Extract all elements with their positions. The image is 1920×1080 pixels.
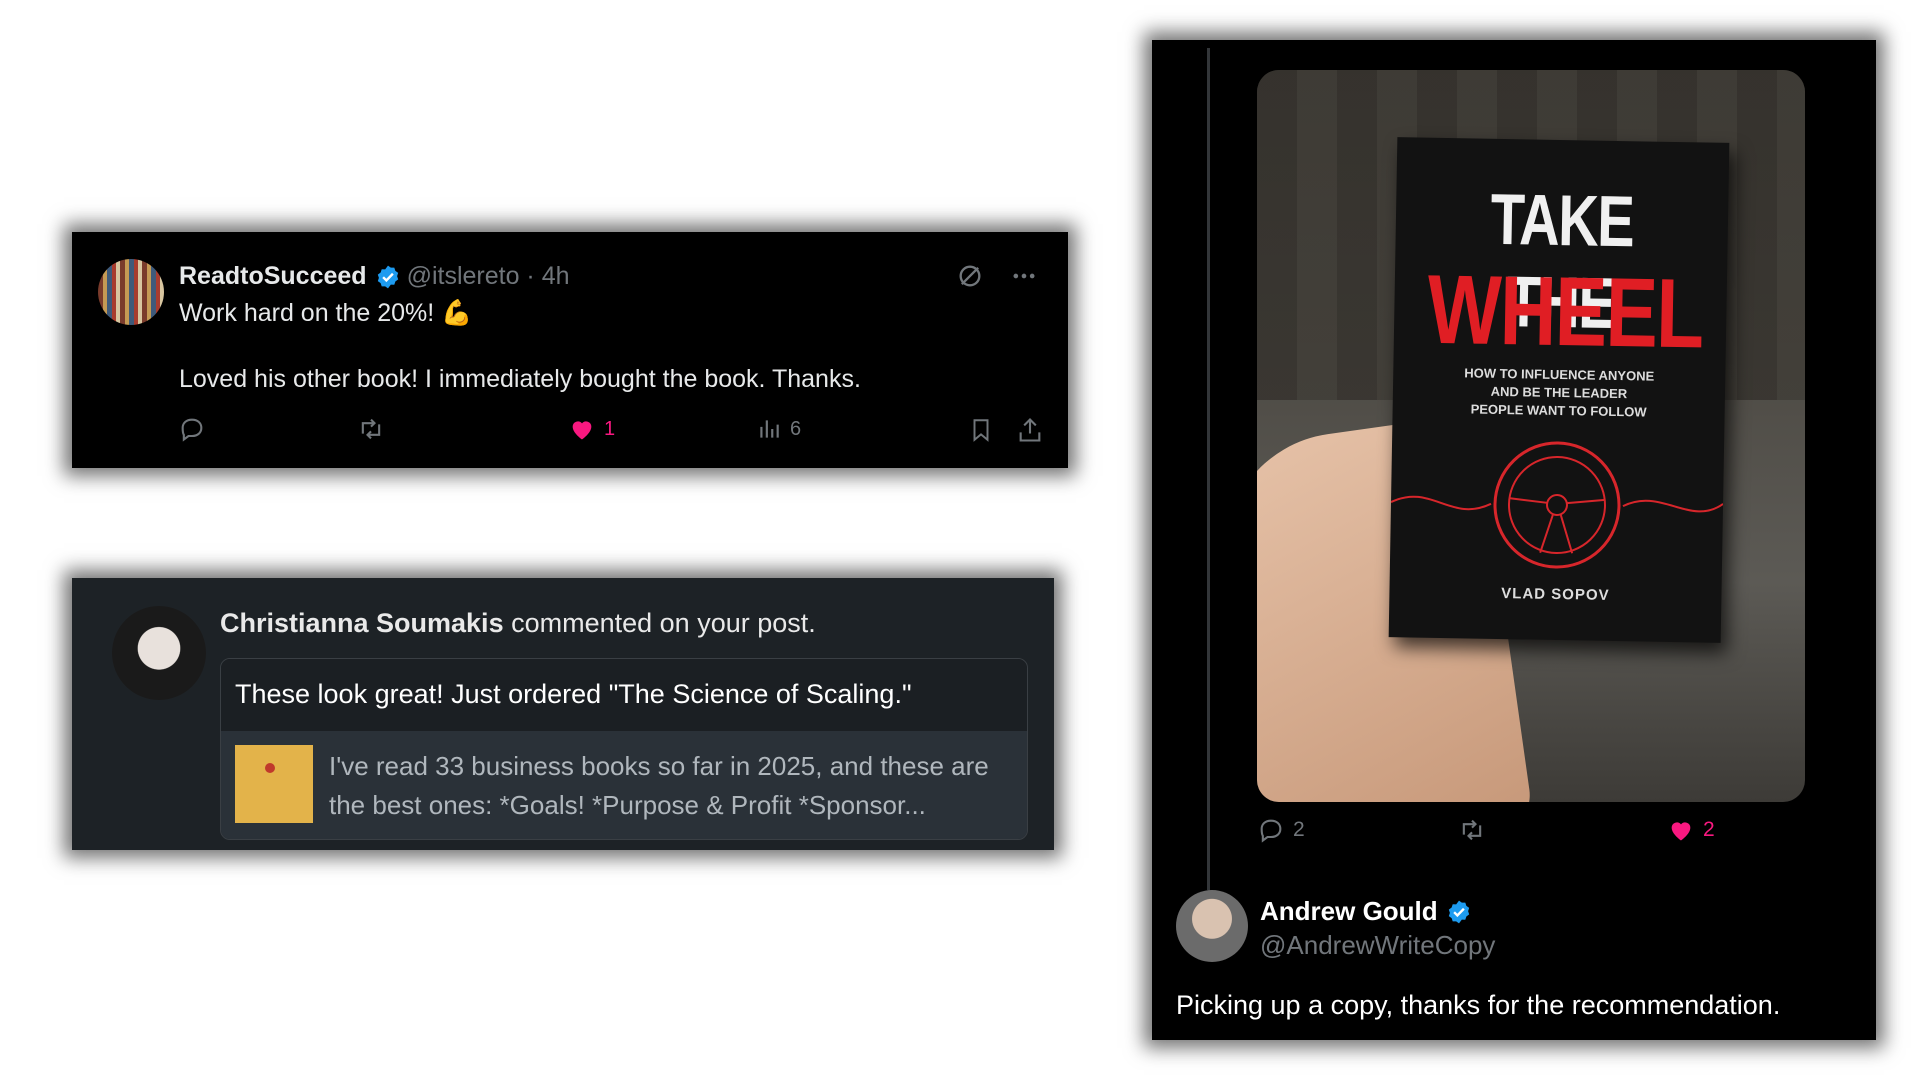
retweet-icon bbox=[1462, 819, 1482, 841]
book-title-line2: WHEEL bbox=[1426, 253, 1704, 369]
like-button[interactable]: 2 bbox=[1667, 816, 1715, 844]
reply-icon bbox=[1260, 819, 1282, 843]
reply-tweet-card: TAKE THE WHEEL HOW TO INFLUENCE ANYONE A… bbox=[1152, 40, 1876, 1040]
book-photo[interactable]: TAKE THE WHEEL HOW TO INFLUENCE ANYONE A… bbox=[1257, 70, 1805, 802]
reply-button[interactable]: 2 bbox=[1257, 816, 1305, 844]
original-post-preview[interactable]: I've read 33 business books so far in 20… bbox=[221, 731, 1027, 839]
avatar[interactable] bbox=[112, 606, 206, 700]
post-excerpt: I've read 33 business books so far in 20… bbox=[329, 751, 989, 820]
reply-icon bbox=[181, 418, 203, 442]
tweet-action-bar: 1 6 bbox=[178, 415, 1041, 449]
author-name-row: Andrew Gould bbox=[1260, 896, 1478, 927]
author-name[interactable]: ReadtoSucceed bbox=[179, 262, 367, 291]
tweet-text-line: Work hard on the 20%! 💪 bbox=[179, 299, 473, 327]
like-button[interactable]: 1 bbox=[568, 415, 615, 443]
post-thumbnail bbox=[235, 745, 313, 823]
share-icon bbox=[1019, 418, 1041, 442]
avatar[interactable] bbox=[1176, 890, 1248, 962]
notification-headline: Christianna Soumakis commented on your p… bbox=[220, 608, 816, 639]
retweet-icon bbox=[361, 418, 381, 440]
steering-wheel-icon bbox=[1390, 441, 1724, 569]
tweet-header: ReadtoSucceed @itslereto · 4h bbox=[179, 262, 570, 291]
heart-icon bbox=[572, 421, 592, 440]
bookmark-button[interactable] bbox=[968, 415, 994, 445]
author-handle[interactable]: @AndrewWriteCopy bbox=[1260, 930, 1495, 961]
author-handle-time: @itslereto · 4h bbox=[406, 262, 570, 290]
retweet-button[interactable] bbox=[356, 415, 386, 443]
thread-line bbox=[1207, 48, 1210, 890]
share-button[interactable] bbox=[1016, 415, 1044, 445]
tweet-top-actions bbox=[956, 262, 1038, 290]
views-icon bbox=[760, 420, 779, 438]
retweet-button[interactable] bbox=[1457, 816, 1487, 844]
avatar[interactable] bbox=[98, 259, 164, 325]
commenter-name[interactable]: Christianna Soumakis bbox=[220, 608, 504, 638]
reply-count: 2 bbox=[1293, 818, 1305, 841]
like-count: 1 bbox=[604, 417, 616, 440]
more-icon[interactable] bbox=[1010, 262, 1038, 290]
tweet-action-bar: 2 2 bbox=[1257, 816, 1817, 846]
reply-button[interactable] bbox=[178, 415, 206, 443]
views-button[interactable]: 6 bbox=[756, 415, 801, 443]
verified-badge-icon bbox=[377, 265, 398, 288]
bookmark-icon bbox=[973, 419, 989, 442]
author-name[interactable]: Andrew Gould bbox=[1260, 896, 1438, 927]
book-cover: TAKE THE WHEEL HOW TO INFLUENCE ANYONE A… bbox=[1388, 137, 1730, 643]
tweet-card: ReadtoSucceed @itslereto · 4h Work hard … bbox=[72, 232, 1068, 468]
notification-action-text: commented on your post. bbox=[503, 608, 816, 638]
heart-icon bbox=[1671, 822, 1691, 841]
view-count: 6 bbox=[790, 417, 802, 440]
book-author: VLAD SOPOV bbox=[1501, 585, 1610, 604]
comment-text: These look great! Just ordered "The Scie… bbox=[221, 659, 1027, 731]
comment-notification-card[interactable]: Christianna Soumakis commented on your p… bbox=[72, 578, 1054, 850]
book-subtitle: HOW TO INFLUENCE ANYONE AND BE THE LEADE… bbox=[1393, 363, 1726, 423]
like-count: 2 bbox=[1703, 818, 1715, 841]
verified-badge-icon bbox=[1448, 900, 1469, 923]
comment-preview-box[interactable]: These look great! Just ordered "The Scie… bbox=[220, 658, 1028, 840]
grok-icon[interactable] bbox=[956, 262, 984, 290]
reply-text: Picking up a copy, thanks for the recomm… bbox=[1176, 990, 1781, 1020]
tweet-text-line: Loved his other book! I immediately boug… bbox=[179, 365, 861, 393]
